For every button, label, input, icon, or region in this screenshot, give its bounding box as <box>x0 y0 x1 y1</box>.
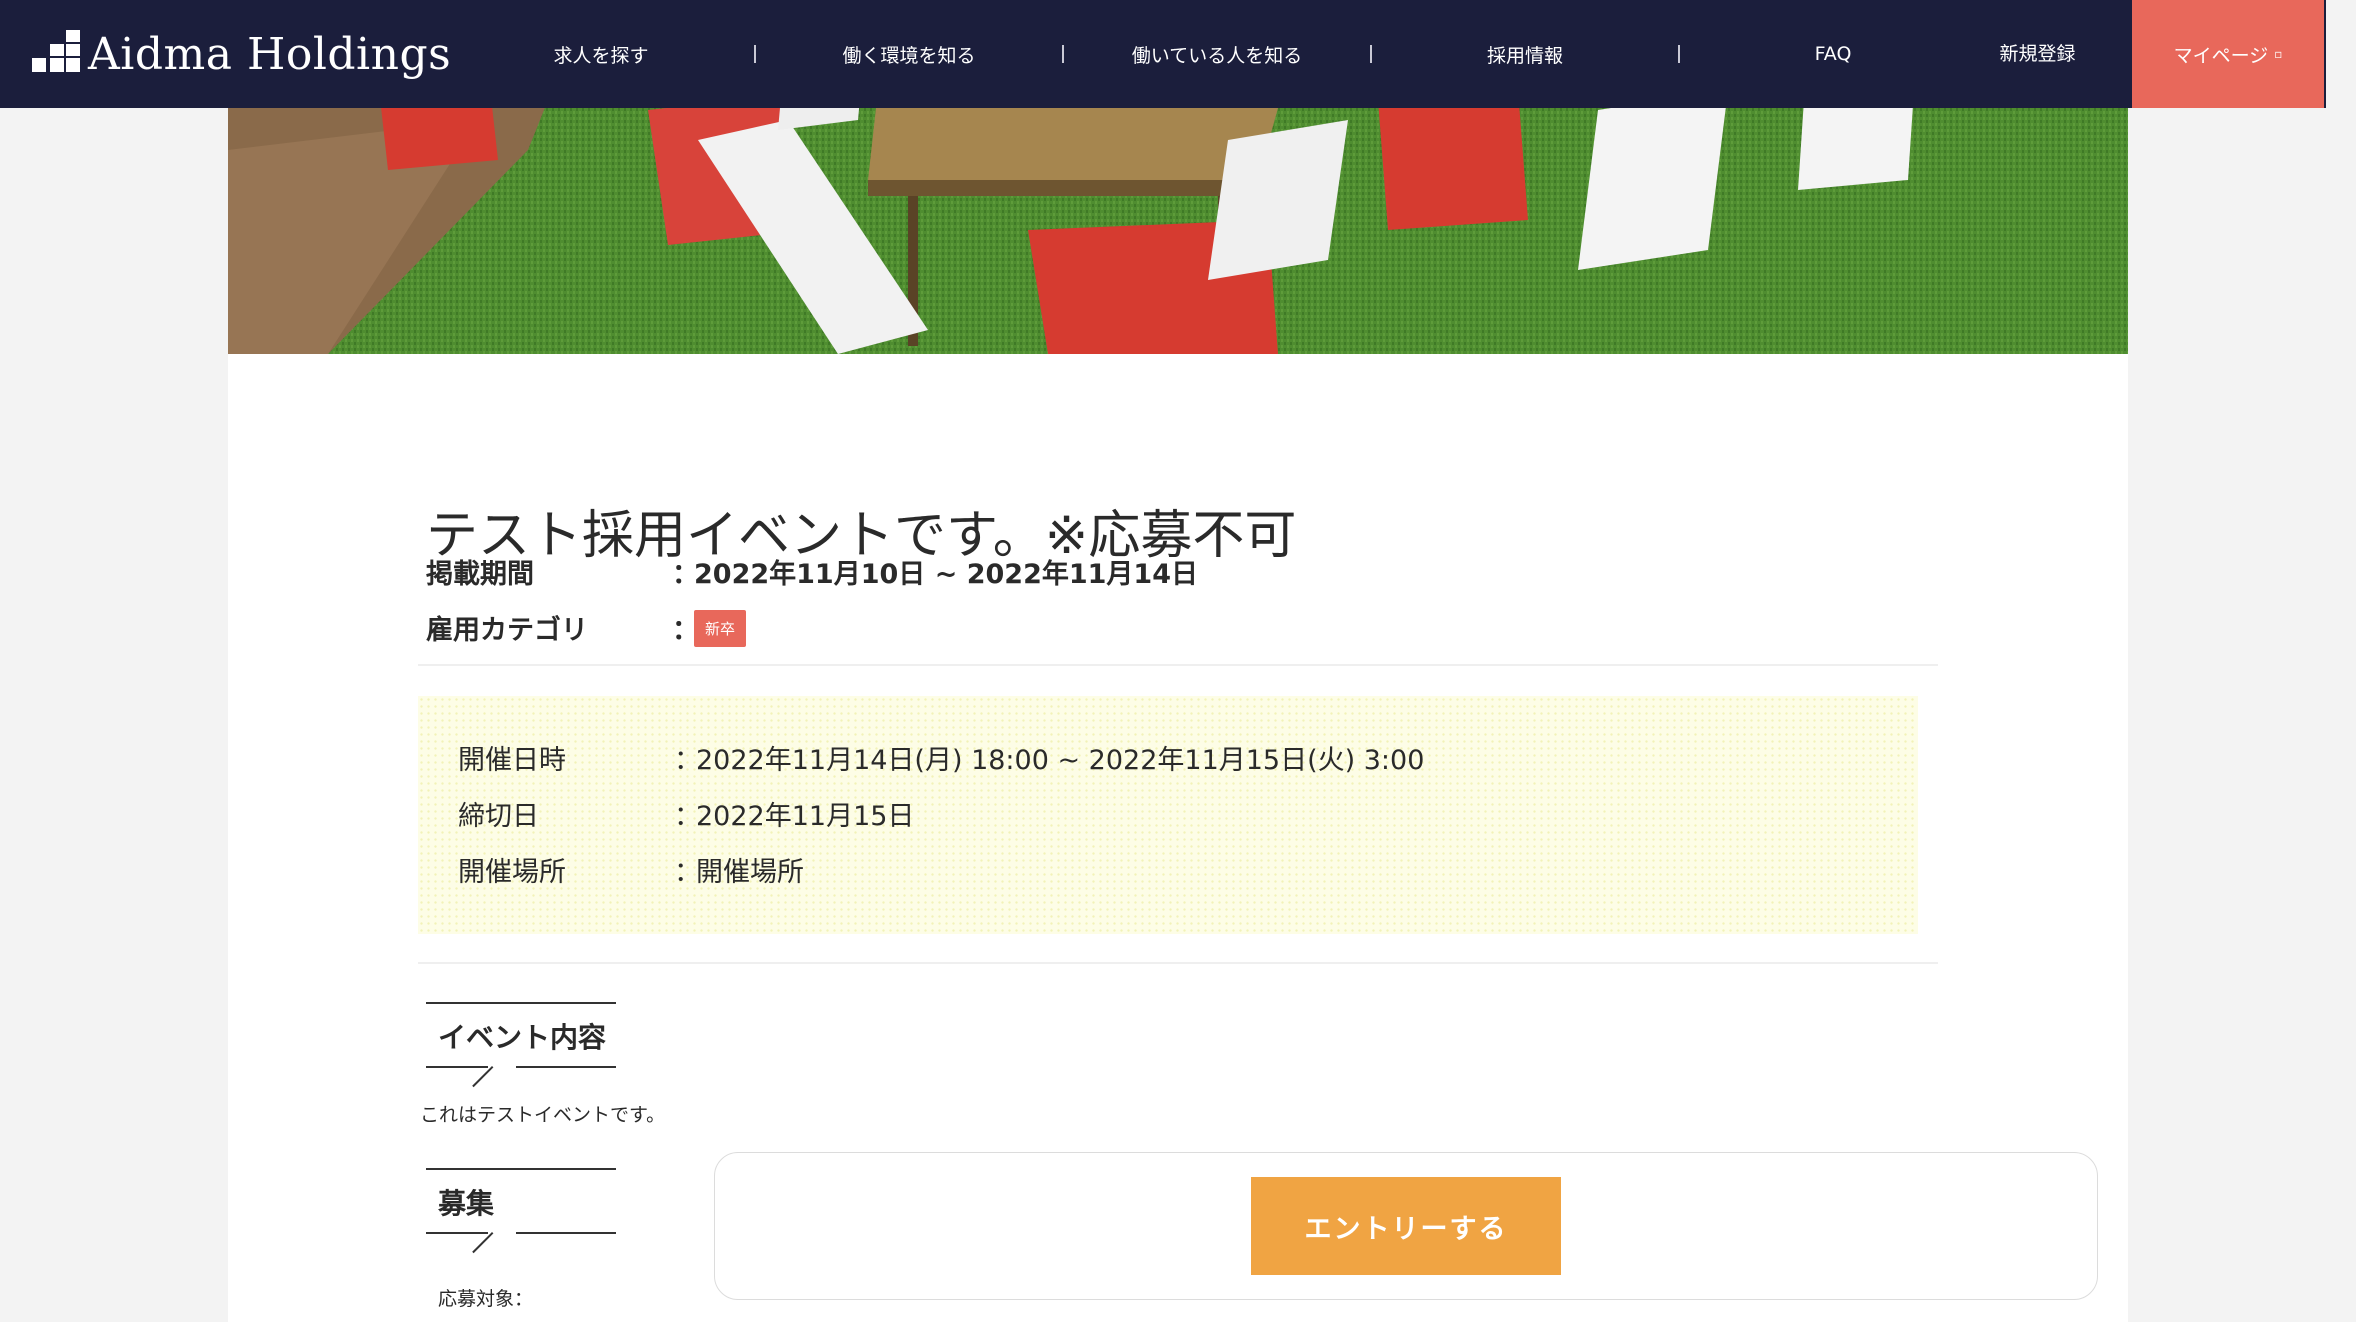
venue-value: 開催場所 <box>696 857 804 888</box>
recruit-title: 募集 <box>438 1187 495 1220</box>
logo-text: Aidma Holdings <box>88 28 452 80</box>
logo-mark-icon <box>32 30 80 78</box>
register-link[interactable]: 新規登録 <box>1945 0 2130 108</box>
deadline-value: 2022年11月15日 <box>696 801 915 832</box>
nav-people[interactable]: 働いている人を知る <box>1064 41 1370 68</box>
category-label: 雇用カテゴリ <box>426 615 588 646</box>
mypage-button[interactable]: マイページ ▫ <box>2132 0 2324 108</box>
apply-target-label: 応募対象： <box>438 1288 534 1310</box>
nav-recruit-info[interactable]: 採用情報 <box>1372 41 1678 68</box>
event-content-title: イベント内容 <box>438 1021 607 1054</box>
main-content: テスト採用イベントです。※応募不可 掲載期間 ： 2022年11月10日 ~ 2… <box>228 0 2128 1322</box>
external-link-icon: ▫ <box>2274 47 2283 61</box>
recruit-heading: 募集 <box>426 1168 616 1254</box>
divider <box>418 962 1938 964</box>
scrollbar[interactable] <box>2326 0 2356 108</box>
venue-label: 開催場所 <box>458 857 566 888</box>
datetime-value: 2022年11月14日(月) 18:00 ~ 2022年11月15日(火) 3:… <box>696 745 1425 776</box>
listing-period-label: 掲載期間 <box>426 559 534 590</box>
deadline-label: 締切日 <box>458 801 539 832</box>
listing-period-value: 2022年11月10日 ~ 2022年11月14日 <box>694 559 1199 590</box>
event-content-body: これはテストイベントです。 <box>420 1104 666 1126</box>
event-details-box: 開催日時 ： 2022年11月14日(月) 18:00 ~ 2022年11月15… <box>418 696 1918 934</box>
nav-find-jobs[interactable]: 求人を探す <box>448 41 754 68</box>
entry-button[interactable]: エントリーする <box>1251 1177 1561 1275</box>
event-content-heading: イベント内容 <box>426 1002 616 1088</box>
site-header: Aidma Holdings 求人を探す 働く環境を知る 働いている人を知る 採… <box>0 0 2356 108</box>
category-badge: 新卒 <box>694 610 747 647</box>
nav-work-environment[interactable]: 働く環境を知る <box>756 41 1062 68</box>
entry-bar: エントリーする <box>714 1152 2098 1300</box>
datetime-label: 開催日時 <box>458 745 566 776</box>
main-nav: 求人を探す 働く環境を知る 働いている人を知る 採用情報 FAQ <box>448 0 1986 108</box>
nav-faq[interactable]: FAQ <box>1680 43 1986 65</box>
divider <box>418 664 1938 666</box>
logo[interactable]: Aidma Holdings <box>32 22 451 86</box>
mypage-label: マイページ <box>2173 44 2269 67</box>
